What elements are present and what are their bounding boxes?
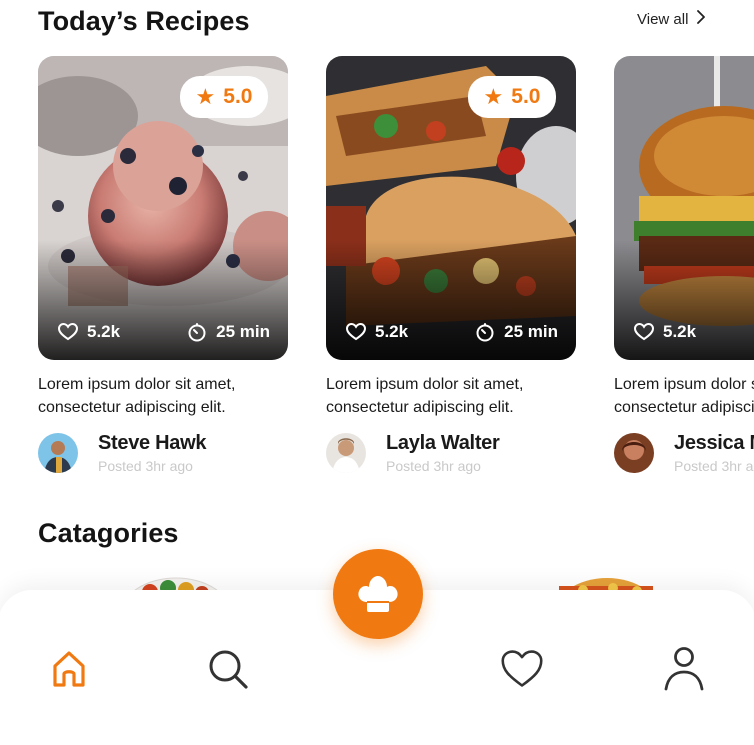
view-all-link[interactable]: View all bbox=[637, 10, 706, 29]
heart-icon bbox=[501, 650, 543, 687]
likes-stat[interactable]: 5.2k bbox=[634, 322, 696, 342]
recipe-card[interactable]: ★ 5.0 5.2k 25 min Lorem ipsum dolor sit … bbox=[326, 56, 576, 474]
avatar[interactable] bbox=[614, 433, 654, 473]
recipe-card[interactable]: ★ 5.0 5.2k 25 min Lorem ipsum dolor sit … bbox=[38, 56, 288, 474]
recipe-description: Lorem ipsum dolor sit amet, consectetur … bbox=[38, 373, 288, 419]
star-icon: ★ bbox=[195, 84, 216, 109]
image-gradient bbox=[326, 240, 576, 360]
rating-badge: ★ 5.0 bbox=[180, 76, 268, 118]
avatar[interactable] bbox=[38, 433, 78, 473]
chevron-right-icon bbox=[696, 10, 706, 29]
recipe-author[interactable]: Steve Hawk Posted 3hr ago bbox=[38, 432, 288, 474]
section-title-todays-recipes: Today’s Recipes bbox=[38, 6, 250, 36]
recipe-author[interactable]: Layla Walter Posted 3hr ago bbox=[326, 432, 576, 474]
home-indicator-area bbox=[0, 735, 754, 745]
likes-count: 5.2k bbox=[663, 322, 697, 341]
description-line: consectetur adipiscing elit. bbox=[38, 399, 226, 416]
rating-value: 5.0 bbox=[511, 85, 541, 108]
cook-time: 25 min bbox=[504, 322, 558, 341]
section-title-categories: Catagories bbox=[38, 518, 179, 548]
chef-hat-icon bbox=[358, 576, 398, 612]
star-icon: ★ bbox=[483, 84, 504, 109]
cook-time-stat: 25 min bbox=[187, 322, 270, 342]
timer-icon bbox=[476, 323, 494, 342]
rating-badge: ★ 5.0 bbox=[468, 76, 556, 118]
recipe-image[interactable]: ★ 5.0 5.2k 25 min bbox=[326, 56, 576, 360]
posted-time: Posted 3hr ago bbox=[98, 458, 193, 474]
image-gradient bbox=[38, 240, 288, 360]
rating-value: 5.0 bbox=[223, 85, 253, 108]
image-gradient bbox=[614, 240, 754, 360]
description-line: Lorem ipsum dolor sit amet, bbox=[326, 376, 524, 393]
posted-time: Posted 3hr ago bbox=[674, 458, 754, 474]
nav-search[interactable] bbox=[206, 646, 250, 692]
heart-outline-icon bbox=[346, 323, 366, 341]
nav-favorites[interactable] bbox=[500, 646, 544, 692]
recipe-description: Lorem ipsum dolor sit amet, consectetur … bbox=[326, 373, 576, 419]
avatar[interactable] bbox=[326, 433, 366, 473]
description-line: consectetur adipiscing elit. bbox=[326, 399, 514, 416]
likes-stat[interactable]: 5.2k bbox=[58, 322, 120, 342]
view-all-label: View all bbox=[637, 11, 689, 28]
nav-home[interactable] bbox=[47, 646, 91, 692]
likes-stat[interactable]: 5.2k bbox=[346, 322, 408, 342]
recipes-screen: Today’s Recipes View all ★ 5.0 5.2k 25 m… bbox=[0, 0, 754, 745]
description-line: Lorem ipsum dolor sit amet, bbox=[614, 376, 754, 393]
nav-profile[interactable] bbox=[662, 646, 706, 692]
search-icon bbox=[209, 650, 248, 689]
likes-count: 5.2k bbox=[87, 322, 121, 341]
author-name: Layla Walter bbox=[386, 432, 500, 454]
heart-outline-icon bbox=[58, 323, 78, 341]
recipe-image[interactable]: 5.2k bbox=[614, 56, 754, 360]
author-name: Jessica M bbox=[674, 432, 754, 454]
author-name: Steve Hawk bbox=[98, 432, 207, 454]
heart-outline-icon bbox=[634, 323, 654, 341]
profile-icon bbox=[664, 647, 704, 691]
create-recipe-button[interactable] bbox=[333, 549, 423, 639]
likes-count: 5.2k bbox=[375, 322, 409, 341]
recipe-author[interactable]: Jessica M Posted 3hr ago bbox=[614, 432, 754, 474]
posted-time: Posted 3hr ago bbox=[386, 458, 481, 474]
recipe-card[interactable]: 5.2k Lorem ipsum dolor sit amet, consect… bbox=[614, 56, 754, 474]
description-line: consectetur adipiscing elit. bbox=[614, 399, 754, 416]
recipe-description: Lorem ipsum dolor sit amet, consectetur … bbox=[614, 373, 754, 419]
description-line: Lorem ipsum dolor sit amet, bbox=[38, 376, 236, 393]
timer-icon bbox=[188, 323, 206, 342]
cook-time: 25 min bbox=[216, 322, 270, 341]
recipe-image[interactable]: ★ 5.0 5.2k 25 min bbox=[38, 56, 288, 360]
cook-time-stat: 25 min bbox=[475, 322, 558, 342]
home-icon bbox=[53, 651, 85, 687]
